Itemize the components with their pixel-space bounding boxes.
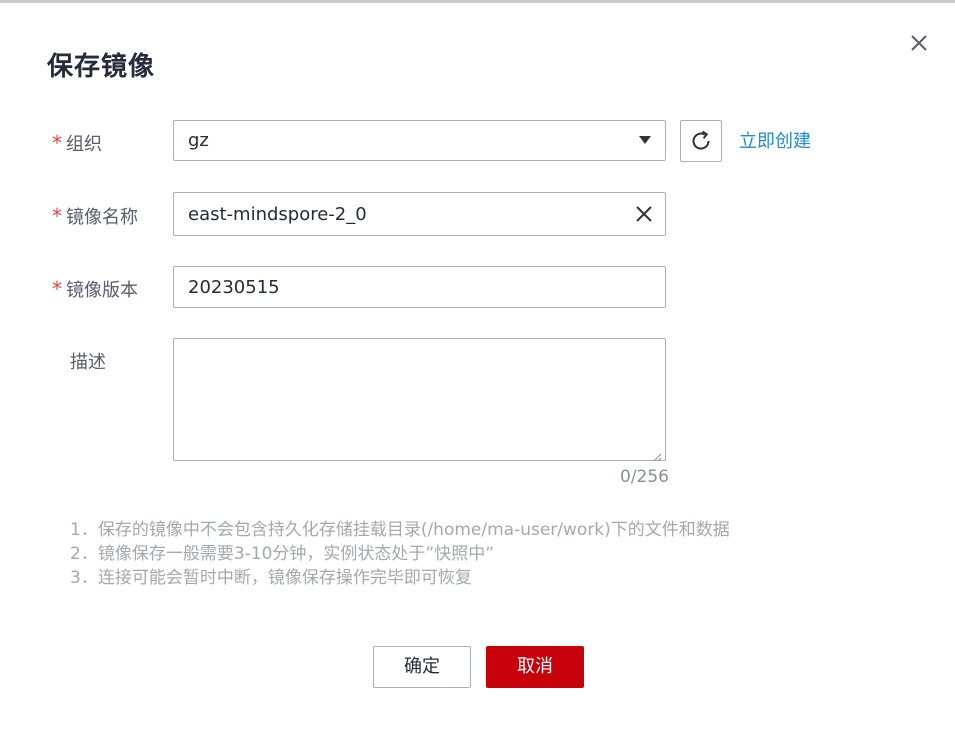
dropdown-arrow-icon <box>639 136 651 144</box>
refresh-icon[interactable] <box>680 120 722 162</box>
org-select[interactable]: gz <box>173 120 666 161</box>
note-item: 1．保存的镜像中不会包含持久化存储挂载目录(/home/ma-user/work… <box>70 520 730 540</box>
note-item: 2．镜像保存一般需要3-10分钟，实例状态处于”快照中” <box>70 544 495 564</box>
image-version-input[interactable]: 20230515 <box>173 266 666 308</box>
org-label: * 组织 <box>52 131 102 155</box>
dialog-title: 保存镜像 <box>47 52 156 82</box>
image-name-input[interactable]: east-mindspore-2_0 <box>173 192 666 236</box>
cancel-button[interactable]: 取消 <box>486 646 584 688</box>
close-icon[interactable] <box>905 29 933 57</box>
confirm-button[interactable]: 确定 <box>373 646 471 688</box>
top-border <box>0 0 955 3</box>
required-mark: * <box>52 277 62 301</box>
image-version-label: * 镜像版本 <box>52 277 138 301</box>
save-image-dialog: 保存镜像 * 组织 gz 立即创建 * 镜像名称 east-mindspore-2_… <box>0 0 955 735</box>
required-mark: * <box>52 204 62 228</box>
note-item: 3．连接可能会暂时中断，镜像保存操作完毕即可恢复 <box>70 568 472 588</box>
char-counter: 0/256 <box>620 467 669 487</box>
resize-handle-icon[interactable] <box>652 447 662 462</box>
create-now-link[interactable]: 立即创建 <box>739 127 811 153</box>
description-textarea[interactable] <box>173 338 666 462</box>
description-label: 描述 <box>70 352 106 373</box>
image-name-value: east-mindspore-2_0 <box>188 204 367 225</box>
org-select-value: gz <box>188 130 209 151</box>
clear-icon[interactable] <box>635 205 653 223</box>
required-mark: * <box>52 131 62 155</box>
image-name-label: * 镜像名称 <box>52 204 138 228</box>
notes-list: 1．保存的镜像中不会包含持久化存储挂载目录(/home/ma-user/work… <box>70 518 730 590</box>
image-version-value: 20230515 <box>188 277 280 298</box>
